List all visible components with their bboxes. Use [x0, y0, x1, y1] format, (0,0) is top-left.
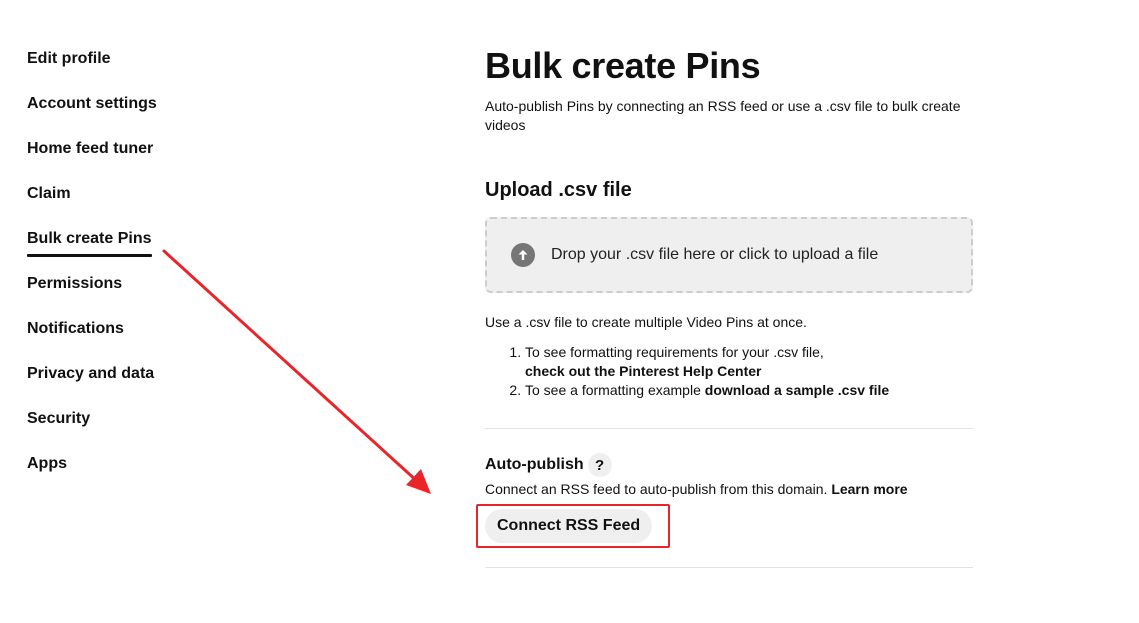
- help-question-icon[interactable]: ?: [587, 453, 612, 477]
- upload-section-title: Upload .csv file: [485, 179, 632, 201]
- sidebar-item-label[interactable]: Account settings: [27, 93, 157, 115]
- learn-more-link[interactable]: Learn more: [831, 481, 907, 497]
- sidebar-item-label[interactable]: Claim: [27, 183, 71, 205]
- sidebar-item-security[interactable]: Security: [27, 408, 227, 453]
- sidebar-item-notifications[interactable]: Notifications: [27, 318, 227, 363]
- upload-arrow-icon: [511, 243, 535, 267]
- auto-publish-title: Auto-publish: [485, 456, 584, 473]
- auto-publish-description: Connect an RSS feed to auto-publish from…: [485, 480, 973, 499]
- upload-arrow-glyph: [518, 250, 528, 260]
- connect-rss-feed-button[interactable]: Connect RSS Feed: [485, 509, 653, 543]
- list-item: To see formatting requirements for your …: [525, 343, 973, 381]
- main-content: Bulk create Pins Auto-publish Pins by co…: [476, 44, 973, 568]
- sidebar-item-bulk-create-pins[interactable]: Bulk create Pins: [27, 228, 227, 273]
- dropzone-text: Drop your .csv file here or click to upl…: [551, 246, 879, 263]
- sidebar-item-label[interactable]: Security: [27, 408, 90, 430]
- settings-sidebar: Edit profile Account settings Home feed …: [27, 48, 227, 498]
- csv-dropzone[interactable]: Drop your .csv file here or click to upl…: [485, 217, 973, 293]
- step-text: To see formatting requirements for your …: [525, 344, 824, 360]
- sample-csv-link[interactable]: download a sample .csv file: [705, 382, 889, 398]
- csv-help-steps: To see formatting requirements for your …: [485, 343, 973, 400]
- page-title: Bulk create Pins: [485, 45, 761, 86]
- page-subtitle: Auto-publish Pins by connecting an RSS f…: [485, 98, 961, 133]
- sidebar-item-label[interactable]: Apps: [27, 453, 67, 475]
- sidebar-item-label[interactable]: Bulk create Pins: [27, 228, 152, 257]
- sidebar-item-privacy-and-data[interactable]: Privacy and data: [27, 363, 227, 408]
- sidebar-item-claim[interactable]: Claim: [27, 183, 227, 228]
- connect-rss-wrapper: Connect RSS Feed: [476, 504, 973, 555]
- section-divider: [485, 567, 973, 568]
- sidebar-item-label[interactable]: Edit profile: [27, 48, 111, 70]
- help-center-link[interactable]: check out the Pinterest Help Center: [525, 363, 762, 379]
- sidebar-item-edit-profile[interactable]: Edit profile: [27, 48, 227, 93]
- step-text: To see a formatting example: [525, 382, 705, 398]
- sidebar-item-label[interactable]: Permissions: [27, 273, 122, 295]
- sidebar-item-label[interactable]: Privacy and data: [27, 363, 154, 385]
- sidebar-item-home-feed-tuner[interactable]: Home feed tuner: [27, 138, 227, 183]
- section-divider: [485, 428, 973, 429]
- settings-page: Edit profile Account settings Home feed …: [0, 0, 1139, 623]
- sidebar-item-account-settings[interactable]: Account settings: [27, 93, 227, 138]
- auto-publish-description-text: Connect an RSS feed to auto-publish from…: [485, 481, 832, 497]
- annotation-arrow-head: [406, 469, 431, 494]
- sidebar-item-permissions[interactable]: Permissions: [27, 273, 227, 318]
- auto-publish-header: Auto-publish ?: [485, 453, 973, 477]
- sidebar-item-label[interactable]: Notifications: [27, 318, 124, 340]
- csv-help-intro: Use a .csv file to create multiple Video…: [485, 314, 807, 330]
- sidebar-item-apps[interactable]: Apps: [27, 453, 227, 498]
- list-item: To see a formatting example download a s…: [525, 381, 973, 400]
- sidebar-item-label[interactable]: Home feed tuner: [27, 138, 153, 160]
